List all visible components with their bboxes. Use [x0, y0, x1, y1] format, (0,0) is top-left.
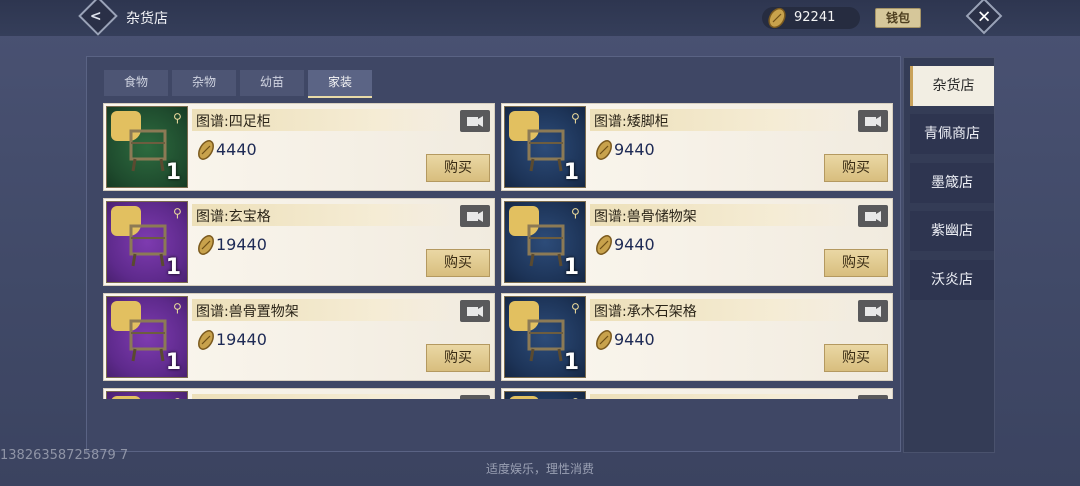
- sidebar-item-ziyou-shop[interactable]: 紫幽店: [910, 211, 994, 251]
- buy-button[interactable]: 购买: [824, 154, 888, 182]
- chevron-left-icon: <: [89, 8, 102, 25]
- video-preview-icon[interactable]: [858, 205, 888, 227]
- item-card[interactable]: ⚲ 1 图谱:四足柜 4440 购买: [103, 103, 495, 191]
- link-icon: ⚲: [571, 111, 580, 125]
- blueprint-puzzle-icon: [111, 396, 141, 399]
- item-thumbnail[interactable]: ⚲: [504, 391, 586, 399]
- tab-sundries[interactable]: 杂物: [172, 70, 236, 96]
- link-icon: ⚲: [173, 111, 182, 125]
- close-button[interactable]: ✕: [965, 0, 1003, 35]
- item-quantity: 1: [563, 255, 579, 280]
- video-preview-icon[interactable]: [460, 205, 490, 227]
- link-icon: ⚲: [571, 301, 580, 315]
- camera-icon: [467, 116, 483, 127]
- video-preview-icon[interactable]: [858, 395, 888, 399]
- sidebar-item-mozhen-shop[interactable]: 墨箴店: [910, 163, 994, 203]
- video-preview-icon[interactable]: [460, 300, 490, 322]
- coin-icon: [596, 140, 612, 160]
- camera-icon: [460, 395, 490, 399]
- coin-icon: [596, 330, 612, 350]
- item-thumbnail[interactable]: ⚲ 1: [504, 201, 586, 283]
- item-thumbnail[interactable]: ⚲ 1: [504, 106, 586, 188]
- tab-home-decor[interactable]: 家装: [308, 70, 372, 98]
- item-thumbnail[interactable]: ⚲ 1: [504, 296, 586, 378]
- coin-icon: [198, 140, 214, 160]
- camera-icon: [865, 116, 881, 127]
- item-name: 图谱:矮脚柜: [594, 114, 669, 130]
- item-card[interactable]: ⚲ 1 图谱:矮脚柜 9440 购买: [501, 103, 893, 191]
- close-icon: ✕: [976, 7, 992, 28]
- video-preview-icon[interactable]: [460, 110, 490, 132]
- link-icon: ⚲: [173, 206, 182, 220]
- item-name-strip: [192, 394, 458, 399]
- price-amount: 9440: [614, 330, 655, 349]
- item-name: 图谱:四足柜: [196, 114, 271, 130]
- item-card[interactable]: ⚲ 1 图谱:兽骨储物架 9440 购买: [501, 198, 893, 286]
- currency-amount: 92241: [794, 10, 836, 25]
- camera-icon: [467, 306, 483, 317]
- item-quantity: 1: [165, 350, 181, 375]
- tab-food[interactable]: 食物: [104, 70, 168, 96]
- item-thumbnail[interactable]: ⚲ 1: [106, 201, 188, 283]
- top-bar: < 杂货店 92241 钱包 ✕: [0, 0, 1080, 36]
- buy-button[interactable]: 购买: [426, 154, 490, 182]
- item-thumbnail[interactable]: ⚲ 1: [106, 106, 188, 188]
- currency-display: 92241: [762, 7, 860, 29]
- coin-icon: [596, 235, 612, 255]
- item-quantity: 1: [563, 350, 579, 375]
- video-preview-icon[interactable]: [858, 300, 888, 322]
- item-name: 图谱:兽骨储物架: [594, 209, 697, 225]
- link-icon: ⚲: [173, 301, 182, 315]
- item-name: 图谱:兽骨置物架: [196, 304, 299, 320]
- camera-icon: [865, 306, 881, 317]
- coin-icon: [198, 330, 214, 350]
- link-icon: ⚲: [173, 396, 182, 399]
- item-card[interactable]: ⚲ 1 图谱:兽骨置物架 19440 购买: [103, 293, 495, 381]
- item-quantity: 1: [563, 160, 579, 185]
- buy-button[interactable]: 购买: [824, 344, 888, 372]
- price-amount: 19440: [216, 330, 267, 349]
- price-amount: 19440: [216, 235, 267, 254]
- coin-icon: [768, 7, 786, 29]
- item-thumbnail[interactable]: ⚲ 1: [106, 296, 188, 378]
- item-card[interactable]: ⚲: [103, 388, 495, 399]
- tab-seedlings[interactable]: 幼苗: [240, 70, 304, 96]
- item-quantity: 1: [165, 160, 181, 185]
- wallet-button[interactable]: 钱包: [875, 8, 921, 28]
- item-grid[interactable]: ⚲ 1 图谱:四足柜 4440 购买 ⚲ 1 图谱:矮脚柜 9440 购买 ⚲ …: [103, 103, 895, 399]
- health-notice: 适度娱乐，理性消费: [485, 462, 594, 476]
- sidebar-item-general-store[interactable]: 杂货店: [910, 66, 994, 106]
- camera-icon: [865, 211, 881, 222]
- item-card[interactable]: ⚲: [501, 388, 893, 399]
- item-card[interactable]: ⚲ 1 图谱:玄宝格 19440 购买: [103, 198, 495, 286]
- buy-button[interactable]: 购买: [824, 249, 888, 277]
- back-button[interactable]: <: [78, 0, 118, 36]
- item-name: 图谱:玄宝格: [196, 209, 271, 225]
- blueprint-puzzle-icon: [509, 396, 539, 399]
- item-name: 图谱:承木石架格: [594, 304, 697, 320]
- camera-icon: [467, 211, 483, 222]
- link-icon: ⚲: [571, 396, 580, 399]
- sidebar-item-woyan-shop[interactable]: 沃炎店: [910, 260, 994, 300]
- item-name-strip: [590, 394, 856, 399]
- price-amount: 9440: [614, 235, 655, 254]
- buy-button[interactable]: 购买: [426, 249, 490, 277]
- price-amount: 9440: [614, 140, 655, 159]
- item-card[interactable]: ⚲ 1 图谱:承木石架格 9440 购买: [501, 293, 893, 381]
- shop-sidebar: 杂货店 青佩商店 墨箴店 紫幽店 沃炎店: [903, 57, 995, 453]
- camera-icon: [858, 395, 888, 399]
- link-icon: ⚲: [571, 206, 580, 220]
- video-preview-icon[interactable]: [858, 110, 888, 132]
- item-quantity: 1: [165, 255, 181, 280]
- video-preview-icon[interactable]: [460, 395, 490, 399]
- sidebar-item-qingpei-shop[interactable]: 青佩商店: [910, 114, 994, 154]
- item-thumbnail[interactable]: ⚲: [106, 391, 188, 399]
- coin-icon: [198, 235, 214, 255]
- buy-button[interactable]: 购买: [426, 344, 490, 372]
- price-amount: 4440: [216, 140, 257, 159]
- page-title: 杂货店: [126, 11, 168, 27]
